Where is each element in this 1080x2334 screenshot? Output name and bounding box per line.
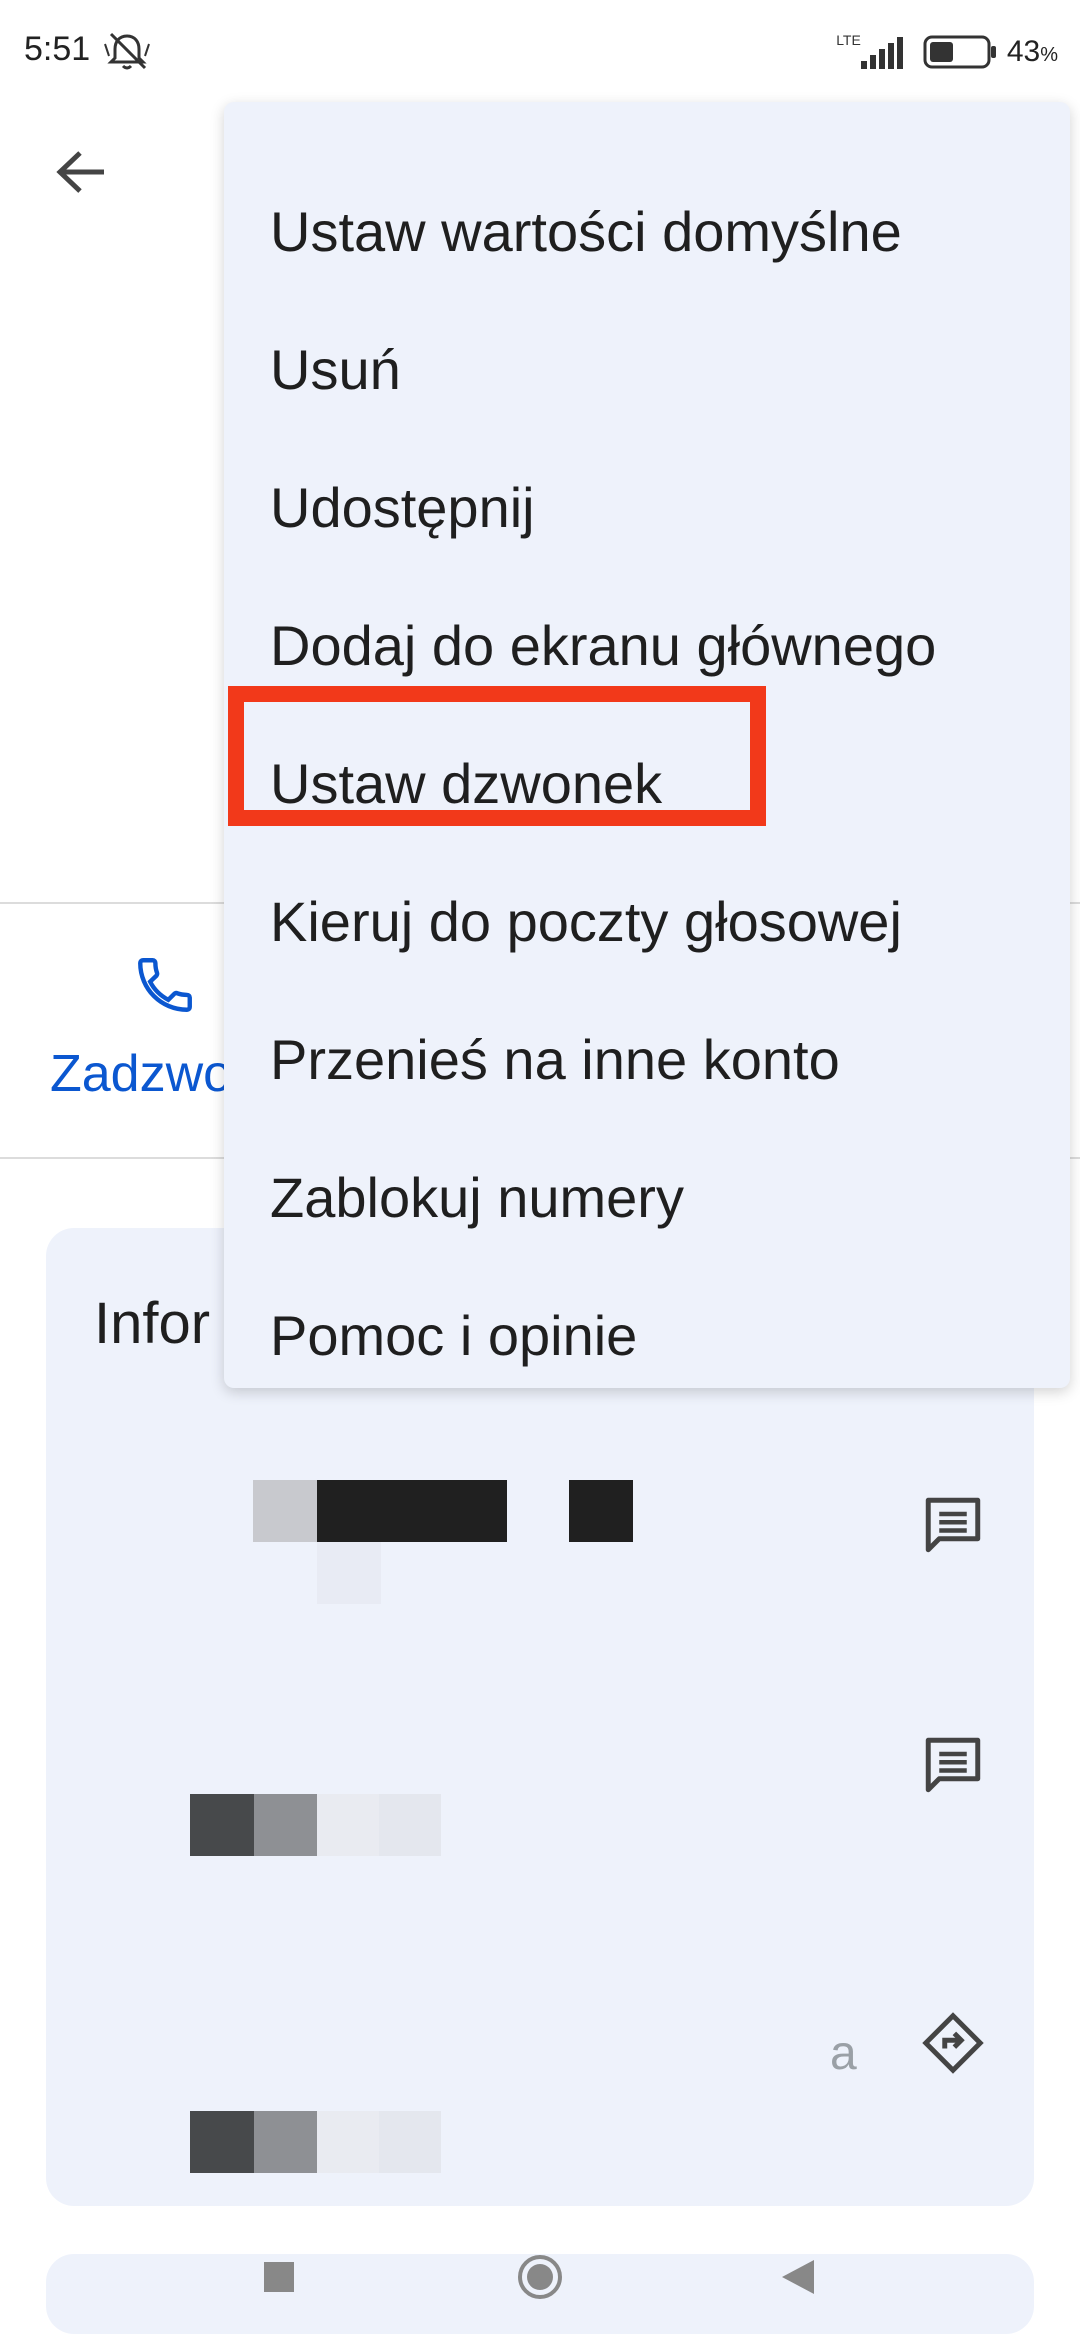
phone-icon bbox=[138, 958, 192, 1012]
menu-item-route-to-voicemail[interactable]: Kieruj do poczty głosowej bbox=[224, 852, 1070, 990]
network-type: LTE bbox=[836, 32, 861, 48]
status-time: 5:51 bbox=[24, 30, 91, 68]
redacted-pixel bbox=[254, 2111, 317, 2173]
menu-item-delete[interactable]: Usuń bbox=[224, 300, 1070, 438]
arrow-left-icon bbox=[56, 151, 104, 193]
redacted-pixel bbox=[190, 1794, 254, 1856]
message-icon[interactable] bbox=[920, 1732, 986, 1798]
status-bar: 5:51 LTE 43% bbox=[0, 0, 1080, 100]
redacted-pixel bbox=[379, 2111, 441, 2173]
recents-button[interactable] bbox=[264, 2262, 294, 2292]
menu-item-share[interactable]: Udostępnij bbox=[224, 438, 1070, 576]
signal-icon bbox=[860, 37, 903, 69]
menu-item-set-defaults[interactable]: Ustaw wartości domyślne bbox=[224, 162, 1070, 300]
navigation-bar bbox=[0, 2248, 1080, 2302]
directions-icon[interactable] bbox=[920, 2010, 986, 2076]
menu-item-move-to-account[interactable]: Przenieś na inne konto bbox=[224, 990, 1070, 1128]
redacted-pixel bbox=[317, 1542, 381, 1604]
redacted-pixel bbox=[379, 1794, 441, 1856]
battery-icon bbox=[923, 35, 996, 69]
nav-back-button[interactable] bbox=[780, 2258, 816, 2296]
menu-item-block-numbers[interactable]: Zablokuj numery bbox=[224, 1128, 1070, 1266]
redacted-pixel bbox=[317, 1480, 507, 1542]
highlight-annotation bbox=[228, 686, 766, 826]
address-partial-text: a bbox=[830, 2027, 857, 2080]
home-button[interactable] bbox=[517, 2254, 563, 2300]
call-label: Zadzwo bbox=[50, 1045, 233, 1103]
redacted-pixel bbox=[569, 1480, 633, 1542]
redacted-pixel bbox=[254, 1794, 317, 1856]
redacted-pixel bbox=[317, 2111, 379, 2173]
redacted-pixel bbox=[253, 1480, 317, 1542]
status-indicators: LTE 43% bbox=[836, 30, 1058, 74]
message-icon[interactable] bbox=[920, 1492, 986, 1558]
menu-item-help-feedback[interactable]: Pomoc i opinie bbox=[224, 1266, 1070, 1404]
back-button[interactable] bbox=[42, 132, 122, 212]
info-card-title: Infor bbox=[94, 1291, 211, 1356]
battery-percent: 43% bbox=[1006, 35, 1058, 68]
redacted-pixel bbox=[317, 1794, 379, 1856]
redacted-pixel bbox=[190, 2111, 254, 2173]
bell-off-icon bbox=[104, 32, 150, 70]
